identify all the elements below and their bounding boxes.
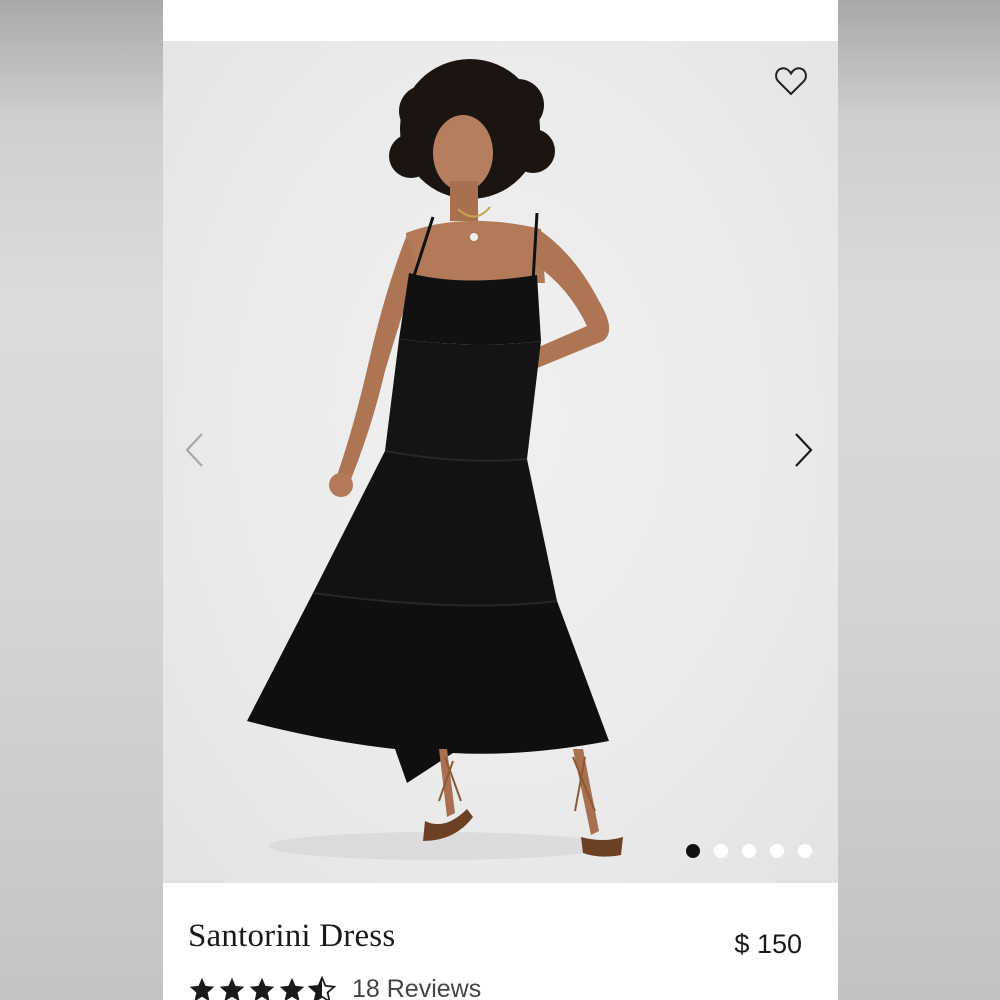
star-icon — [219, 977, 245, 1000]
carousel-dot-5[interactable] — [798, 844, 812, 858]
heart-icon[interactable] — [774, 65, 808, 97]
chevron-right-icon[interactable] — [791, 431, 815, 469]
chevron-left-icon[interactable] — [183, 431, 207, 469]
product-card: Santorini Dress $ 150 18 Reviews — [163, 0, 838, 1000]
product-title: Santorini Dress — [188, 918, 396, 954]
reviews-link[interactable]: 18 Reviews — [352, 975, 481, 1000]
product-rating: 18 Reviews — [188, 975, 481, 1000]
star-icon — [189, 977, 215, 1000]
product-photo — [247, 59, 623, 860]
star-half-icon — [308, 975, 336, 1000]
product-price: $ 150 — [734, 929, 802, 959]
carousel-dot-3[interactable] — [742, 844, 756, 858]
product-info: Santorini Dress $ 150 18 Reviews — [163, 883, 838, 1000]
carousel-dot-2[interactable] — [714, 844, 728, 858]
right-backdrop — [838, 0, 1000, 1000]
carousel-dot-1[interactable] — [686, 844, 700, 858]
product-image-carousel[interactable] — [163, 41, 838, 883]
star-icon — [279, 977, 305, 1000]
carousel-pagination — [686, 844, 812, 858]
left-backdrop — [0, 0, 163, 1000]
carousel-dot-4[interactable] — [770, 844, 784, 858]
star-icon — [249, 977, 275, 1000]
rating-stars — [188, 975, 336, 1000]
